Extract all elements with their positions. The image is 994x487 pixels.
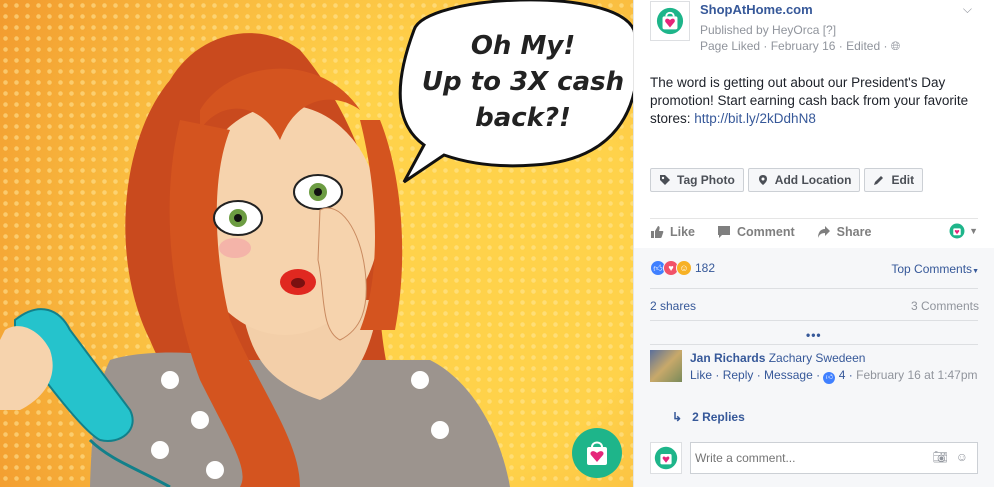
location-pin-icon — [758, 175, 767, 185]
divider — [650, 218, 978, 219]
comment-like-count[interactable]: 4 — [839, 368, 846, 382]
comment-timestamp[interactable]: February 16 at 1:47pm — [856, 368, 977, 382]
comment-button[interactable]: Comment — [717, 225, 795, 239]
composer-icons: 📷︎ ☺ — [933, 450, 969, 464]
edited-label[interactable]: Edited — [846, 39, 880, 53]
post-as-selector[interactable]: ▼ — [949, 223, 978, 239]
globe-icon: 🌐︎ — [890, 39, 901, 53]
edit-button[interactable]: Edit — [864, 168, 924, 192]
caret-down-icon: ▼ — [969, 226, 978, 236]
share-arrow-icon — [817, 226, 830, 238]
comment-message-link[interactable]: Message — [764, 368, 813, 382]
post-meta: Page Liked · February 16 · Edited · 🌐︎ — [700, 39, 901, 53]
replies-label: 2 Replies — [692, 410, 745, 424]
comment-like-link[interactable]: Like — [690, 368, 712, 382]
shopping-bag-heart-icon — [587, 441, 607, 465]
chevron-down-icon[interactable]: ⌵ — [963, 2, 972, 17]
comment-body: Jan Richards Zachary Swedeen Like · Repl… — [690, 350, 980, 384]
tag-photo-button[interactable]: Tag Photo — [650, 168, 744, 192]
ufi-actions: Like Comment Share ▼ — [650, 223, 978, 239]
composer-avatar — [650, 442, 682, 474]
post-message: The word is getting out about our Presid… — [650, 74, 980, 128]
mentioned-user[interactable]: Zachary Swedeen — [769, 351, 866, 365]
post-side-panel: ShopAtHome.com Published by HeyOrca [?] … — [633, 0, 994, 487]
shopping-bag-heart-icon — [656, 7, 684, 35]
tag-photo-label: Tag Photo — [677, 173, 735, 187]
edit-label: Edit — [891, 173, 915, 187]
divider — [650, 288, 978, 289]
published-by: Published by HeyOrca [?] — [700, 23, 837, 37]
top-comments-label: Top Comments — [891, 262, 973, 276]
haha-reaction-icon: ☺ — [676, 260, 692, 276]
view-replies-link[interactable]: ↳ 2 Replies — [672, 410, 745, 424]
share-label: Share — [836, 225, 872, 239]
reply-arrow-icon: ↳ — [672, 410, 683, 424]
tag-icon — [660, 175, 670, 185]
like-label: Like — [670, 225, 696, 239]
add-location-label: Add Location — [774, 173, 852, 187]
reactions-summary[interactable]: 👍︎ ♥ ☺ 182 — [650, 260, 715, 276]
divider — [650, 320, 978, 321]
comments-count[interactable]: 3 Comments — [911, 299, 979, 313]
speech-bubble-text: Oh My! Up to 3X cash back?! — [408, 28, 633, 136]
comment-reply-link[interactable]: Reply — [723, 368, 754, 382]
thumbs-up-icon — [651, 226, 664, 238]
reactions-count[interactable]: 182 — [695, 261, 715, 275]
post-link[interactable]: http://bit.ly/2kDdhN8 — [694, 111, 816, 126]
page-avatar[interactable] — [650, 1, 690, 41]
caret-down-icon: ▼ — [972, 268, 979, 275]
post-date[interactable]: February 16 — [771, 39, 836, 53]
pencil-icon — [874, 176, 884, 185]
like-button[interactable]: Like — [650, 225, 695, 239]
shopathome-logo — [572, 428, 622, 478]
comment-actions: Like · Reply · Message · 👍︎ 4 · February… — [690, 368, 978, 384]
post-photo[interactable]: Oh My! Up to 3X cash back?! — [0, 0, 633, 487]
commenter-avatar[interactable] — [650, 350, 682, 382]
top-comments-dropdown[interactable]: Top Comments▼ — [891, 262, 979, 276]
comment-composer: 📷︎ ☺ — [650, 442, 978, 474]
feedback-section: 👍︎ ♥ ☺ 182 Top Comments▼ 2 shares 3 Comm… — [634, 248, 994, 487]
speech-line: back?! — [475, 103, 571, 133]
comment-icon — [718, 226, 731, 238]
emoji-icon[interactable]: ☺ — [956, 450, 968, 464]
speech-line: Oh My! — [470, 31, 576, 61]
comment-label: Comment — [737, 225, 795, 239]
photo-actions: Tag Photo Add Location Edit — [650, 168, 927, 192]
shares-link[interactable]: 2 shares — [650, 299, 696, 313]
more-comments-button[interactable]: ••• — [806, 328, 822, 342]
shopping-bag-heart-icon — [654, 446, 678, 470]
page-avatar-small-icon — [949, 223, 965, 239]
page-name-link[interactable]: ShopAtHome.com — [700, 2, 813, 17]
commenter-name[interactable]: Jan Richards — [690, 351, 765, 365]
camera-icon[interactable]: 📷︎ — [933, 450, 948, 464]
page-liked-label: Page Liked — [700, 39, 761, 53]
speech-line: Up to 3X cash — [421, 67, 625, 97]
comment-like-icon: 👍︎ — [823, 372, 836, 384]
share-button[interactable]: Share — [817, 225, 872, 239]
divider — [650, 344, 978, 345]
add-location-button[interactable]: Add Location — [747, 168, 861, 192]
